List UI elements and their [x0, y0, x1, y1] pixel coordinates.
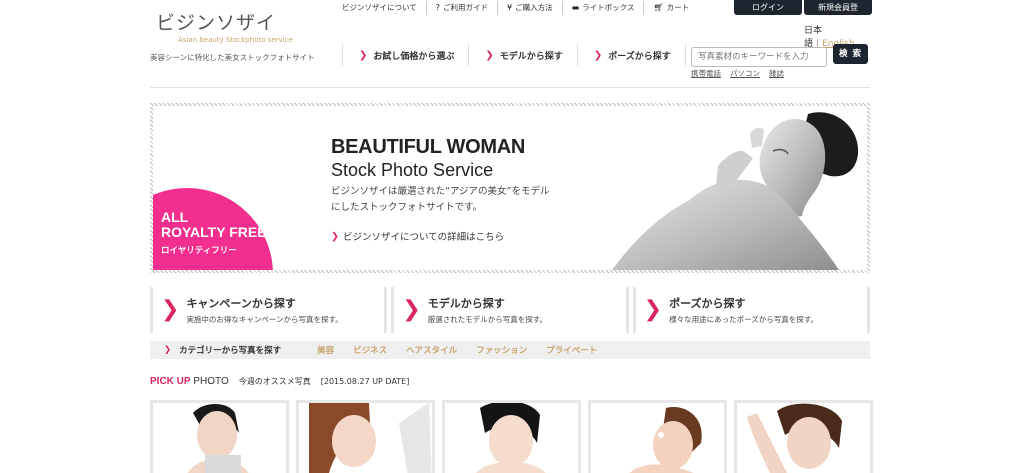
search-box: 検 索 — [691, 44, 868, 67]
logo-subtitle: Asian beauty Stockphoto service — [178, 36, 293, 44]
header-divider — [150, 87, 870, 88]
card-poses-text: ポーズから探す 様々な用途にあったポーズから写真を探す。 — [669, 295, 818, 325]
chevron-right-icon: ❯ — [643, 297, 663, 322]
pickup-photo[interactable] — [588, 400, 727, 473]
pickup-label-b: PHOTO — [193, 376, 229, 387]
pickup-photo[interactable] — [734, 400, 873, 473]
card-models[interactable]: ❯ モデルから探す 厳選されたモデルから写真を探す。 — [391, 287, 629, 333]
register-button[interactable]: 新規会員登録 — [804, 0, 872, 27]
model-photo-3 — [445, 403, 578, 473]
pickup-date: [2015.08.27 UP DATE] — [320, 377, 410, 386]
nav-models-label: モデルから探す — [499, 51, 563, 62]
topnav-purchase-label: ご購入方法 — [515, 3, 553, 12]
topnav-cart[interactable]: 🛒︎ カート — [644, 1, 698, 15]
tagline: 美容シーンに特化した美女ストックフォトサイト — [150, 53, 315, 62]
hero-model-photo — [612, 112, 859, 270]
hero-subtitle: Stock Photo Service — [331, 160, 494, 180]
topnav-lightbox-label: ライトボックス — [582, 3, 635, 12]
category-title-label: カテゴリーから写真を探す — [179, 346, 282, 356]
topnav-guide[interactable]: ? ご利用ガイド — [427, 1, 499, 15]
chevron-right-icon: ❯ — [593, 49, 603, 61]
pickup-text: 今週のオススメ写真 — [238, 377, 311, 386]
hero-title: BEAUTIFUL WOMAN — [331, 136, 525, 158]
hero-about-link[interactable]: ❯ ビジンソザイについての詳細はこちら — [331, 229, 505, 244]
chevron-right-icon: ❯ — [359, 49, 368, 61]
keyword-mobile[interactable]: 携帯電話 — [691, 68, 721, 79]
chevron-right-icon: ❯ — [161, 297, 180, 322]
hero-inner: ALL ROYALTY FREE ロイヤリティフリー BEAUTIFUL WOM… — [153, 106, 867, 270]
search-button[interactable]: 検 索 — [833, 44, 868, 64]
topnav-about-label: ビジンソザイについて — [342, 3, 417, 12]
topnav-guide-label: ご利用ガイド — [443, 3, 489, 12]
pickup-label-a: PICK UP — [150, 376, 191, 387]
chevron-right-icon: ❯ — [485, 49, 494, 61]
category-beauty[interactable]: 美容 — [317, 344, 334, 356]
pickup-photo[interactable] — [150, 400, 289, 473]
card-title: ポーズから探す — [669, 297, 746, 310]
nav-poses[interactable]: ❯ ポーズから探す — [576, 44, 686, 66]
question-icon: ? — [435, 3, 441, 12]
chevron-right-icon: ❯ — [402, 297, 421, 322]
model-photo-2 — [299, 403, 432, 473]
logo-text: ビジンソザイ — [156, 12, 277, 34]
card-title: モデルから探す — [427, 297, 505, 310]
top-nav: ビジンソザイについて ? ご利用ガイド ¥ ご購入方法 ▬ ライトボックス 🛒︎ カート — [333, 0, 698, 16]
card-campaign[interactable]: ❯ キャンペーンから探す 実施中のお得なキャンペーンから写真を探す。 — [150, 287, 388, 333]
category-business[interactable]: ビジネス — [353, 344, 387, 356]
card-models-text: モデルから探す 厳選されたモデルから写真を探す。 — [428, 295, 547, 325]
nav-trial-price[interactable]: ❯ お試し価格から選ぶ — [342, 44, 468, 66]
keyword-pc[interactable]: パソコン — [730, 68, 760, 79]
search-input[interactable] — [691, 47, 827, 67]
card-desc: 実施中のお得なキャンペーンから写真を探す。 — [186, 315, 343, 324]
category-private[interactable]: プライベート — [546, 344, 597, 356]
badge-line1: ALL — [161, 209, 189, 225]
card-title: キャンペーンから探す — [186, 297, 296, 310]
chevron-right-icon: ❯ — [331, 230, 339, 242]
model-photo-4 — [591, 403, 724, 473]
category-bar: ❯ カテゴリーから写真を探す 美容 ビジネス ヘアスタイル ファッション プライベ… — [150, 341, 870, 359]
pickup-heading: PICK UP PHOTO 今週のオススメ写真 [2015.08.27 UP D… — [150, 376, 409, 387]
pickup-photo[interactable] — [442, 400, 581, 473]
pickup-label: PICK UP PHOTO — [150, 376, 229, 387]
chevron-right-icon: ❯ — [164, 345, 172, 355]
category-hairstyle[interactable]: ヘアスタイル — [406, 344, 457, 356]
nav-trial-price-label: お試し価格から選ぶ — [373, 51, 455, 62]
topnav-about[interactable]: ビジンソザイについて — [333, 1, 427, 15]
nav-poses-label: ポーズから探す — [608, 51, 671, 62]
folder-icon: ▬ — [571, 3, 580, 12]
search-category-cards: ❯ キャンペーンから探す 実施中のお得なキャンペーンから写真を探す。 ❯ モデル… — [150, 287, 870, 333]
topnav-cart-label: カート — [666, 3, 690, 12]
hero-banner[interactable]: ALL ROYALTY FREE ロイヤリティフリー BEAUTIFUL WOM… — [150, 103, 870, 273]
pickup-photo[interactable] — [296, 400, 435, 473]
royalty-free-text: ALL ROYALTY FREE ロイヤリティフリー — [161, 210, 267, 256]
card-campaign-text: キャンペーンから探す 実施中のお得なキャンペーンから写真を探す。 — [186, 295, 342, 325]
badge-line3: ロイヤリティフリー — [161, 245, 237, 255]
card-poses[interactable]: ❯ ポーズから探す 様々な用途にあったポーズから写真を探す。 — [632, 287, 870, 333]
cart-icon: 🛒︎ — [653, 3, 664, 12]
nav-models[interactable]: ❯ モデルから探す — [468, 44, 576, 66]
category-fashion[interactable]: ファッション — [476, 344, 527, 356]
keyword-magazine[interactable]: 雑誌 — [769, 68, 784, 79]
card-desc: 厳選されたモデルから写真を探す。 — [427, 315, 548, 324]
main-nav: ❯ お試し価格から選ぶ ❯ モデルから探す ❯ ポーズから探す — [342, 44, 686, 66]
card-desc: 様々な用途にあったポーズから写真を探す。 — [669, 315, 818, 324]
category-links: 美容 ビジネス ヘアスタイル ファッション プライベート — [317, 344, 597, 356]
keyword-links: 携帯電話 パソコン 雑誌 — [691, 68, 784, 79]
yen-icon: ¥ — [507, 3, 513, 12]
hero-link-label: ビジンソザイについての詳細はこちら — [342, 232, 505, 243]
topnav-purchase[interactable]: ¥ ご購入方法 — [498, 1, 563, 15]
badge-line2: ROYALTY FREE — [161, 224, 267, 240]
login-button[interactable]: ログイン — [734, 0, 802, 15]
category-bar-title: ❯ カテゴリーから写真を探す — [164, 344, 281, 356]
topnav-lightbox[interactable]: ▬ ライトボックス — [563, 1, 645, 15]
site-logo[interactable]: ビジンソザイ Asian beauty Stockphoto service — [156, 8, 293, 44]
pickup-thumbnails — [150, 400, 873, 473]
model-photo-1 — [153, 403, 286, 473]
hero-description: ビジンソザイは厳選された“アジアの美女”をモデルにしたストックフォトサイトです。 — [331, 186, 550, 213]
account-buttons: ログイン 新規会員登録 — [732, 0, 872, 27]
model-photo-5 — [737, 403, 870, 473]
